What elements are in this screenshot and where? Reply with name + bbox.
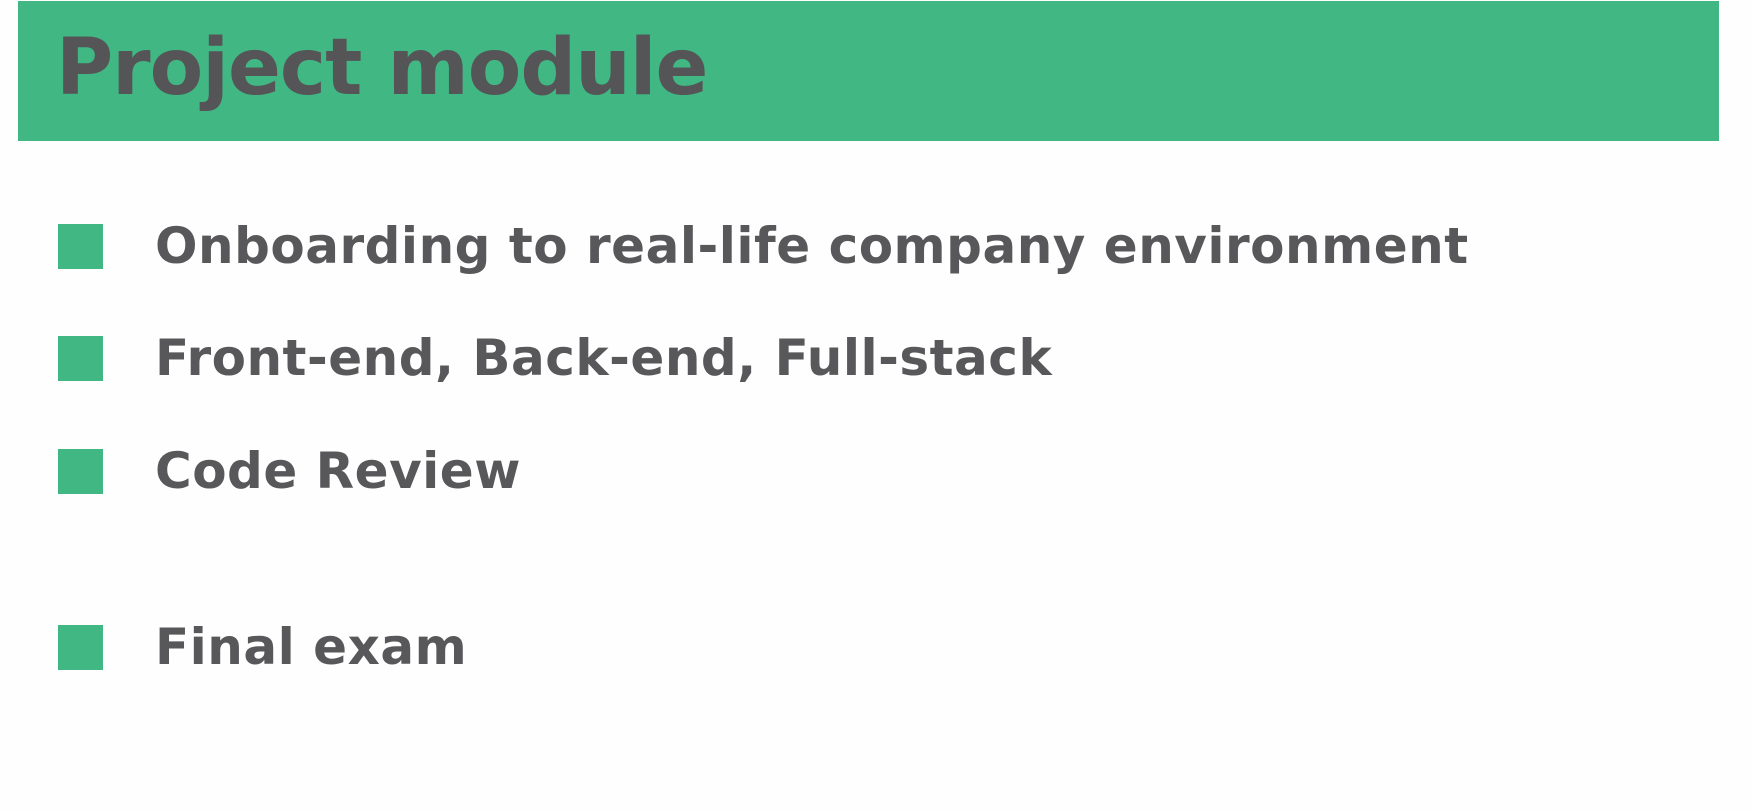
list-item: Onboarding to real-life company environm… xyxy=(58,217,1658,284)
list-item-label: Code Review xyxy=(155,442,521,500)
square-bullet-icon xyxy=(58,336,103,381)
slide-title: Project module xyxy=(56,23,708,113)
square-bullet-icon xyxy=(58,449,103,494)
list-item: Final exam xyxy=(58,618,1658,685)
square-bullet-icon xyxy=(58,625,103,670)
square-bullet-icon xyxy=(58,224,103,269)
list-item: Code Review xyxy=(58,442,1658,509)
list-item-label: Final exam xyxy=(155,618,468,676)
list-item-label: Onboarding to real-life company environm… xyxy=(155,217,1469,275)
list-item-label: Front-end, Back-end, Full-stack xyxy=(155,329,1053,387)
title-banner: Project module xyxy=(18,1,1719,141)
list-item: Front-end, Back-end, Full-stack xyxy=(58,329,1658,396)
